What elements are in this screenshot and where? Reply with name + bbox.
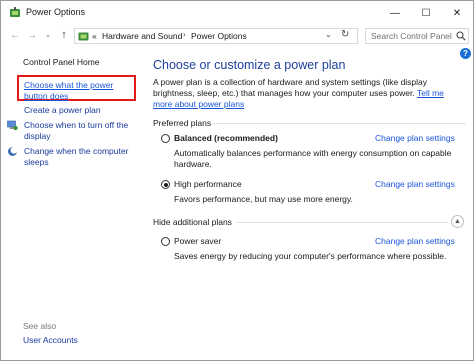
help-icon[interactable]: ? — [460, 48, 471, 59]
hide-additional-plans-label[interactable]: Hide additional plans — [153, 217, 232, 227]
search-icon — [456, 31, 466, 41]
balanced-plan-description: Automatically balances performance with … — [174, 148, 452, 169]
control-panel-icon — [78, 32, 89, 41]
address-dropdown-icon[interactable]: ⌄ — [325, 30, 332, 39]
plan-high-performance: High performance Change plan settings Fa… — [161, 179, 466, 205]
power-saver-change-settings-link[interactable]: Change plan settings — [375, 236, 455, 246]
balanced-radio[interactable] — [161, 134, 170, 143]
user-accounts-link[interactable]: User Accounts — [23, 335, 78, 345]
forward-arrow-icon[interactable]: → — [25, 28, 39, 42]
page-title: Choose or customize a power plan — [153, 58, 346, 72]
high-performance-plan-name[interactable]: High performance — [174, 179, 242, 189]
description-text: A power plan is a collection of hardware… — [153, 77, 428, 98]
breadcrumb-separator-icon[interactable]: › — [183, 30, 186, 39]
search-input[interactable]: Search Control Panel — [371, 31, 452, 41]
high-performance-radio[interactable] — [161, 180, 170, 189]
maximize-button[interactable]: ☐ — [411, 1, 441, 25]
sleep-moon-icon — [8, 146, 18, 156]
balanced-plan-name[interactable]: Balanced (recommended) — [174, 133, 278, 143]
navigation-bar: ← → ⌄ ↑ « Hardware and Sound › Power Opt… — [1, 25, 473, 47]
high-performance-plan-description: Favors performance, but may use more ene… — [174, 194, 353, 204]
power-options-app-icon — [10, 7, 20, 17]
recent-locations-chevron-icon[interactable]: ⌄ — [41, 28, 55, 42]
main-content: ? Choose or customize a power plan A pow… — [144, 47, 473, 361]
preferred-plans-label: Preferred plans — [153, 118, 212, 128]
breadcrumb-overflow[interactable]: « — [92, 31, 97, 41]
sidebar-item-create-power-plan[interactable]: Create a power plan — [24, 105, 101, 116]
sidebar: Control Panel Home Choose what the power… — [1, 47, 144, 361]
breadcrumb-power-options[interactable]: Power Options — [191, 31, 247, 41]
back-arrow-icon[interactable]: ← — [8, 28, 22, 42]
power-saver-plan-description: Saves energy by reducing your computer's… — [174, 251, 447, 261]
window-title: Power Options — [26, 7, 86, 17]
power-options-window: Power Options — ☐ ✕ ← → ⌄ ↑ « Hardware a… — [0, 0, 474, 361]
refresh-icon[interactable]: ↻ — [341, 29, 349, 40]
high-performance-change-settings-link[interactable]: Change plan settings — [375, 179, 455, 189]
preferred-plans-divider — [214, 123, 466, 124]
close-button[interactable]: ✕ — [442, 1, 472, 25]
additional-plans-divider — [236, 222, 448, 223]
display-shield-icon — [7, 120, 18, 131]
minimize-button[interactable]: — — [380, 1, 410, 25]
power-saver-plan-name[interactable]: Power saver — [174, 236, 221, 246]
page-description: A power plan is a collection of hardware… — [153, 77, 453, 110]
breadcrumb-hardware-and-sound[interactable]: Hardware and Sound — [102, 31, 182, 41]
plan-power-saver: Power saver Change plan settings Saves e… — [161, 236, 466, 262]
power-saver-radio[interactable] — [161, 237, 170, 246]
sidebar-item-computer-sleeps[interactable]: Change when the computer sleeps — [24, 146, 134, 168]
up-arrow-icon[interactable]: ↑ — [57, 28, 71, 42]
see-also-heading: See also — [23, 321, 57, 331]
search-box[interactable]: Search Control Panel — [365, 28, 469, 44]
plan-balanced: Balanced (recommended) Change plan setti… — [161, 133, 466, 169]
balanced-change-settings-link[interactable]: Change plan settings — [375, 133, 455, 143]
collapse-chevron-up-icon[interactable]: ▲ — [451, 215, 464, 228]
title-bar: Power Options — ☐ ✕ — [1, 1, 473, 25]
control-panel-home-link[interactable]: Control Panel Home — [23, 57, 100, 67]
sidebar-item-power-button[interactable]: Choose what the power button does — [24, 80, 134, 102]
sidebar-item-turn-off-display[interactable]: Choose when to turn off the display — [24, 120, 134, 142]
address-bar[interactable]: « Hardware and Sound › Power Options ⌄ ↻ — [74, 28, 358, 44]
